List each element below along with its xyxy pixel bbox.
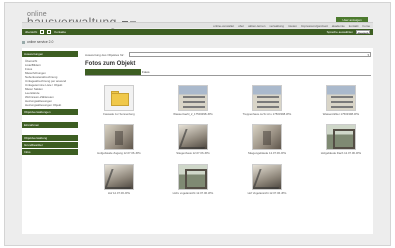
object-select[interactable]: ▾ [129,52,371,57]
photo-tile[interactable]: Hof Vogelansicht 12.07.06.JPG [237,163,297,195]
object-select-row: Auswertung des Objektes für: ▾ [85,51,371,58]
green-toolbar: übersicht Kontakte Sprache auswählen Deu… [22,29,373,35]
page-heading-text: online service 2.0 [27,40,54,44]
photo-tile[interactable]: Fassade zur Sonnenberg [89,85,149,116]
photo-thumbnail[interactable] [178,124,208,151]
photo-caption: Hof'e vogelansicht 12.07.06.JPG [172,190,214,195]
photo-tile[interactable]: Hof 12.07.06.JPG [89,163,149,195]
photo-thumbnail[interactable] [104,124,134,151]
photo-tile[interactable]: Stiegenhaus 12.07.06.JPG [163,124,223,155]
photo-tile[interactable]: Treppenhaus ca 5c Al u 17503398.JPG [237,85,297,116]
photo-caption: Wasserzaehl_2_17503398.JPG [173,112,213,116]
photo-tile[interactable]: Wasserzaehl_2_17503398.JPG [163,85,223,116]
photo-caption: Hof 12.07.06.JPG [107,190,131,195]
object-select-label: Auswertung des Objektes für: [85,52,125,57]
nav-item[interactable]: akademie [332,24,345,28]
photo-caption: Hofgebäude Dach 12.07.06.JPG [320,151,362,156]
photo-thumbnail[interactable] [326,85,356,111]
toolbar-left: übersicht Kontakte [25,30,324,34]
sidebar-list: Übersicht Liste/Bildern Fotos Mieterhöhu… [22,58,78,109]
nav-item[interactable]: verwaltung [269,24,284,28]
nav-item[interactable]: mieten [288,24,297,28]
page-heading: online service 2.0 [22,40,53,44]
photo-thumbnail[interactable] [178,85,208,111]
photo-tile[interactable]: Stiegengebäude 12.07.06.JPG [237,124,297,155]
chevron-down-icon: ▾ [367,53,369,57]
photo-tile[interactable]: Hofgebäude Dach 12.07.06.JPG [311,124,371,155]
nav-item[interactable]: home [362,24,370,28]
photo-caption: Fassade zur Sonnenberg [103,112,135,116]
photo-caption: Stiegengebäude 12.07.06.JPG [247,151,287,156]
sidebar: Auswertungen Übersicht Liste/Bildern Fot… [22,51,78,156]
photo-caption: Hof Vogelansicht 12.07.06.JPG [247,190,287,195]
language-label: Sprache auswählen [326,30,353,34]
print-icon[interactable] [47,30,52,34]
content-panel: Auswertungen Übersicht Liste/Bildern Fot… [22,48,373,234]
sidebar-section-info[interactable]: Infos [22,149,78,155]
nav-item[interactable]: online-verwaltet [213,24,234,28]
photo-thumbnail[interactable] [178,163,208,190]
sidebar-item[interactable]: Heizungsablesungen Objekt [22,103,78,107]
folder-icon[interactable] [104,85,134,111]
photo-caption: Stiegenhaus 12.07.06.JPG [176,151,210,156]
tab-active-marker[interactable] [85,69,141,75]
photo-caption: Treppenhaus ca 5c Al u 17503398.JPG [242,112,292,116]
page-heading-icon [22,40,25,44]
photo-caption: Hofgebäude Zugang 12.07.06.JPG [97,151,141,156]
nav-item[interactable]: kontakt [349,24,359,28]
sidebar-section-evaluations[interactable]: Auswertungen [22,51,78,57]
photo-thumbnail[interactable] [252,124,282,151]
sidebar-section-object[interactable]: Objektverwaltung [22,135,78,141]
sidebar-section-properties[interactable]: Objektverwaltungen [22,109,78,115]
nav-item[interactable]: Impressum/ganzseit [301,24,328,28]
toolbar-link-contacts[interactable]: Kontakte [54,30,66,34]
sidebar-section-owners[interactable]: Grundbesitzer [22,142,78,148]
language-select[interactable]: Deutsch [356,30,370,35]
page-title: Fotos zum Objekt [85,61,136,67]
photo-thumbnail[interactable] [252,163,282,190]
sidebar-section-income[interactable]: Einnahmen [22,122,78,128]
tab-bar: Fotos [85,69,371,76]
photo-grid: Fassade zur Sonnenberg Wasserzaehl_2_175… [85,85,371,195]
photo-caption: Wasserzähler 17503398.JPG [322,112,360,116]
photo-tile[interactable]: Hofgebäude Zugang 12.07.06.JPG [89,124,149,155]
photo-tile[interactable]: Wasserzähler 17503398.JPG [311,85,371,116]
main-area: Auswertung des Objektes für: ▾ Fotos zum… [85,51,371,195]
photo-thumbnail[interactable] [252,85,282,111]
top-navigation: online-verwaltet uber aktien-lernen verw… [22,22,373,28]
tab-photos[interactable]: Fotos [142,69,150,75]
photo-thumbnail[interactable] [104,163,134,190]
nav-item[interactable]: aktien-lernen [248,24,265,28]
toolbar-link-overview[interactable]: übersicht [25,30,37,34]
photo-thumbnail[interactable] [326,124,356,151]
grid-icon[interactable] [40,30,45,34]
photo-tile[interactable]: Hof'e vogelansicht 12.07.06.JPG [163,163,223,195]
nav-item[interactable]: uber [238,24,244,28]
